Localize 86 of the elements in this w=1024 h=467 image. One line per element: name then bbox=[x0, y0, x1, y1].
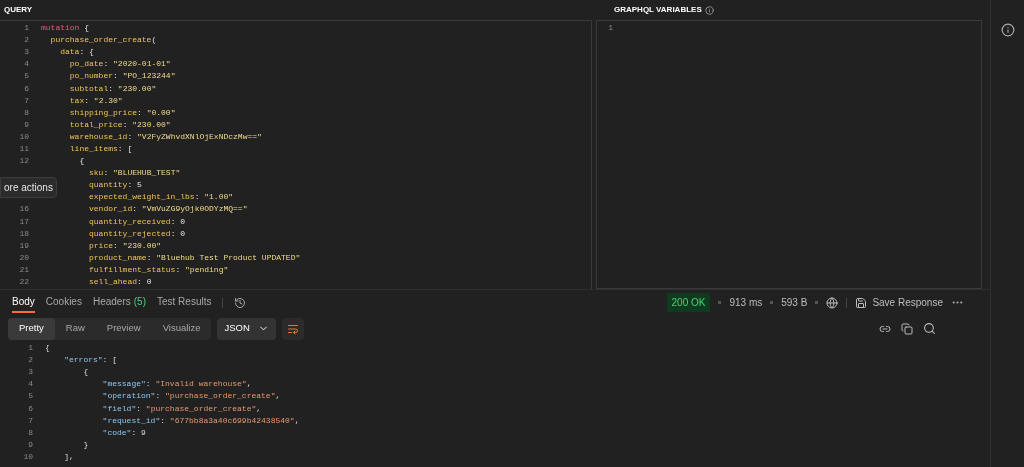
code-line: expected_weight_in_lbs: "1.00" bbox=[88, 191, 234, 204]
history-icon[interactable] bbox=[234, 296, 247, 309]
line-number: 1 bbox=[28, 343, 33, 353]
line-number: 8 bbox=[24, 107, 29, 117]
line-number: 19 bbox=[19, 240, 29, 250]
view-mode-tab[interactable]: Preview bbox=[95, 317, 152, 340]
response-tab[interactable]: Headers (5) bbox=[92, 292, 146, 313]
panel-title: QUERY bbox=[4, 4, 33, 16]
code-line: purchase_order_create( bbox=[49, 34, 157, 47]
variables-editor[interactable]: 1 bbox=[596, 20, 982, 289]
tooltip: ore actions bbox=[0, 177, 57, 198]
code-line: tax: "2.30" bbox=[68, 94, 123, 107]
line-number: 7 bbox=[28, 415, 33, 425]
code-line: warehouse_id: "V2FyZWhvdXNlOjExNDczMw==" bbox=[68, 130, 262, 143]
code-line: subtotal: "230.00" bbox=[68, 82, 157, 95]
line-number: 10 bbox=[19, 131, 29, 141]
response-time: 913 ms bbox=[729, 296, 763, 310]
code-line: product_name: "Bluehub Test Product UPDATED" bbox=[88, 251, 301, 264]
line-number: 2 bbox=[28, 355, 33, 365]
search-icon[interactable] bbox=[923, 322, 936, 335]
line-number: 9 bbox=[24, 119, 29, 129]
code-line: sku: "BLUEHUB_TEST" bbox=[88, 167, 181, 180]
line-number: 20 bbox=[19, 252, 29, 262]
line-number: 4 bbox=[24, 59, 29, 69]
code-line: mutation { bbox=[41, 22, 89, 35]
code-line: shipping_price: "0.00" bbox=[68, 106, 176, 119]
line-number: 5 bbox=[24, 71, 29, 81]
code-line: "request_id": "677bb8a3a40c699b42438540", bbox=[101, 414, 300, 427]
line-number: 3 bbox=[24, 47, 29, 57]
view-mode-tab[interactable]: Pretty bbox=[8, 317, 55, 340]
response-tab[interactable]: Body bbox=[12, 292, 35, 313]
wrap-text-icon[interactable] bbox=[286, 322, 299, 335]
globe-icon[interactable] bbox=[826, 296, 839, 309]
code-line: "errors": [ bbox=[63, 354, 117, 367]
code-line: po_date: "2020-01-01" bbox=[68, 58, 171, 71]
view-mode-tab[interactable]: Visualize bbox=[151, 317, 212, 340]
response-tab[interactable]: Cookies bbox=[45, 292, 82, 313]
info-icon[interactable] bbox=[1000, 23, 1015, 37]
view-mode-tab[interactable]: Raw bbox=[54, 317, 96, 340]
line-number: 9 bbox=[28, 439, 33, 449]
save-icon bbox=[855, 296, 868, 309]
code-line: total_price: "230.00" bbox=[68, 118, 171, 131]
code-line: po_number: "PO_123244" bbox=[68, 70, 176, 83]
line-number: 1 bbox=[608, 23, 613, 33]
code-line: price: "230.00" bbox=[88, 239, 162, 252]
line-number: 3 bbox=[28, 367, 33, 377]
code-line: { bbox=[45, 342, 50, 355]
code-line: "code": 9 bbox=[101, 426, 146, 439]
line-number: 11 bbox=[19, 144, 29, 153]
code-line: vendor_id: "VmVuZG9yOjk0ODYzMQ==" bbox=[88, 203, 248, 216]
code-line: "field": "purchase_order_create", bbox=[101, 402, 262, 415]
line-number: 22 bbox=[19, 277, 29, 286]
code-line: fulfillment_status: "pending" bbox=[88, 263, 229, 276]
line-number: 5 bbox=[28, 391, 33, 401]
response-tab[interactable]: Test Results bbox=[157, 292, 212, 313]
code-line: quantity_received: 0 bbox=[88, 215, 186, 228]
status-code: 200 OK bbox=[666, 293, 711, 312]
copy-icon[interactable] bbox=[901, 322, 913, 335]
code-line: quantity_rejected: 0 bbox=[88, 227, 186, 240]
line-number: 21 bbox=[19, 264, 29, 274]
line-number: 8 bbox=[28, 427, 33, 437]
code-line: "message": "Invalid warehouse", bbox=[101, 378, 252, 391]
code-line: sell_ahead: 0 bbox=[88, 276, 152, 288]
response-size: 593 B bbox=[781, 296, 808, 310]
line-number: 12 bbox=[19, 156, 29, 166]
info-icon[interactable] bbox=[704, 5, 714, 15]
code-line: data: { bbox=[59, 46, 94, 59]
code-line: { bbox=[78, 155, 85, 168]
code-line: ], bbox=[63, 450, 74, 463]
line-number: 1 bbox=[24, 23, 29, 33]
panel-title: GRAPHQL VARIABLES bbox=[614, 4, 702, 16]
code-line: { bbox=[82, 366, 89, 379]
line-number: 6 bbox=[24, 83, 29, 93]
line-number: 18 bbox=[19, 228, 29, 238]
code-line: line_items: [ bbox=[68, 143, 133, 155]
code-line: "operation": "purchase_order_create", bbox=[101, 390, 281, 403]
line-number: 16 bbox=[19, 204, 29, 214]
format-dropdown[interactable]: JSON bbox=[217, 317, 276, 340]
save-response-button[interactable]: Save Response bbox=[855, 295, 943, 310]
line-number: 4 bbox=[28, 379, 33, 389]
line-number: 17 bbox=[19, 216, 29, 226]
code-line: } bbox=[82, 438, 89, 451]
line-number: 2 bbox=[24, 35, 29, 45]
line-number: 7 bbox=[24, 95, 29, 105]
line-number: 6 bbox=[28, 403, 33, 413]
line-number: 10 bbox=[23, 451, 33, 461]
